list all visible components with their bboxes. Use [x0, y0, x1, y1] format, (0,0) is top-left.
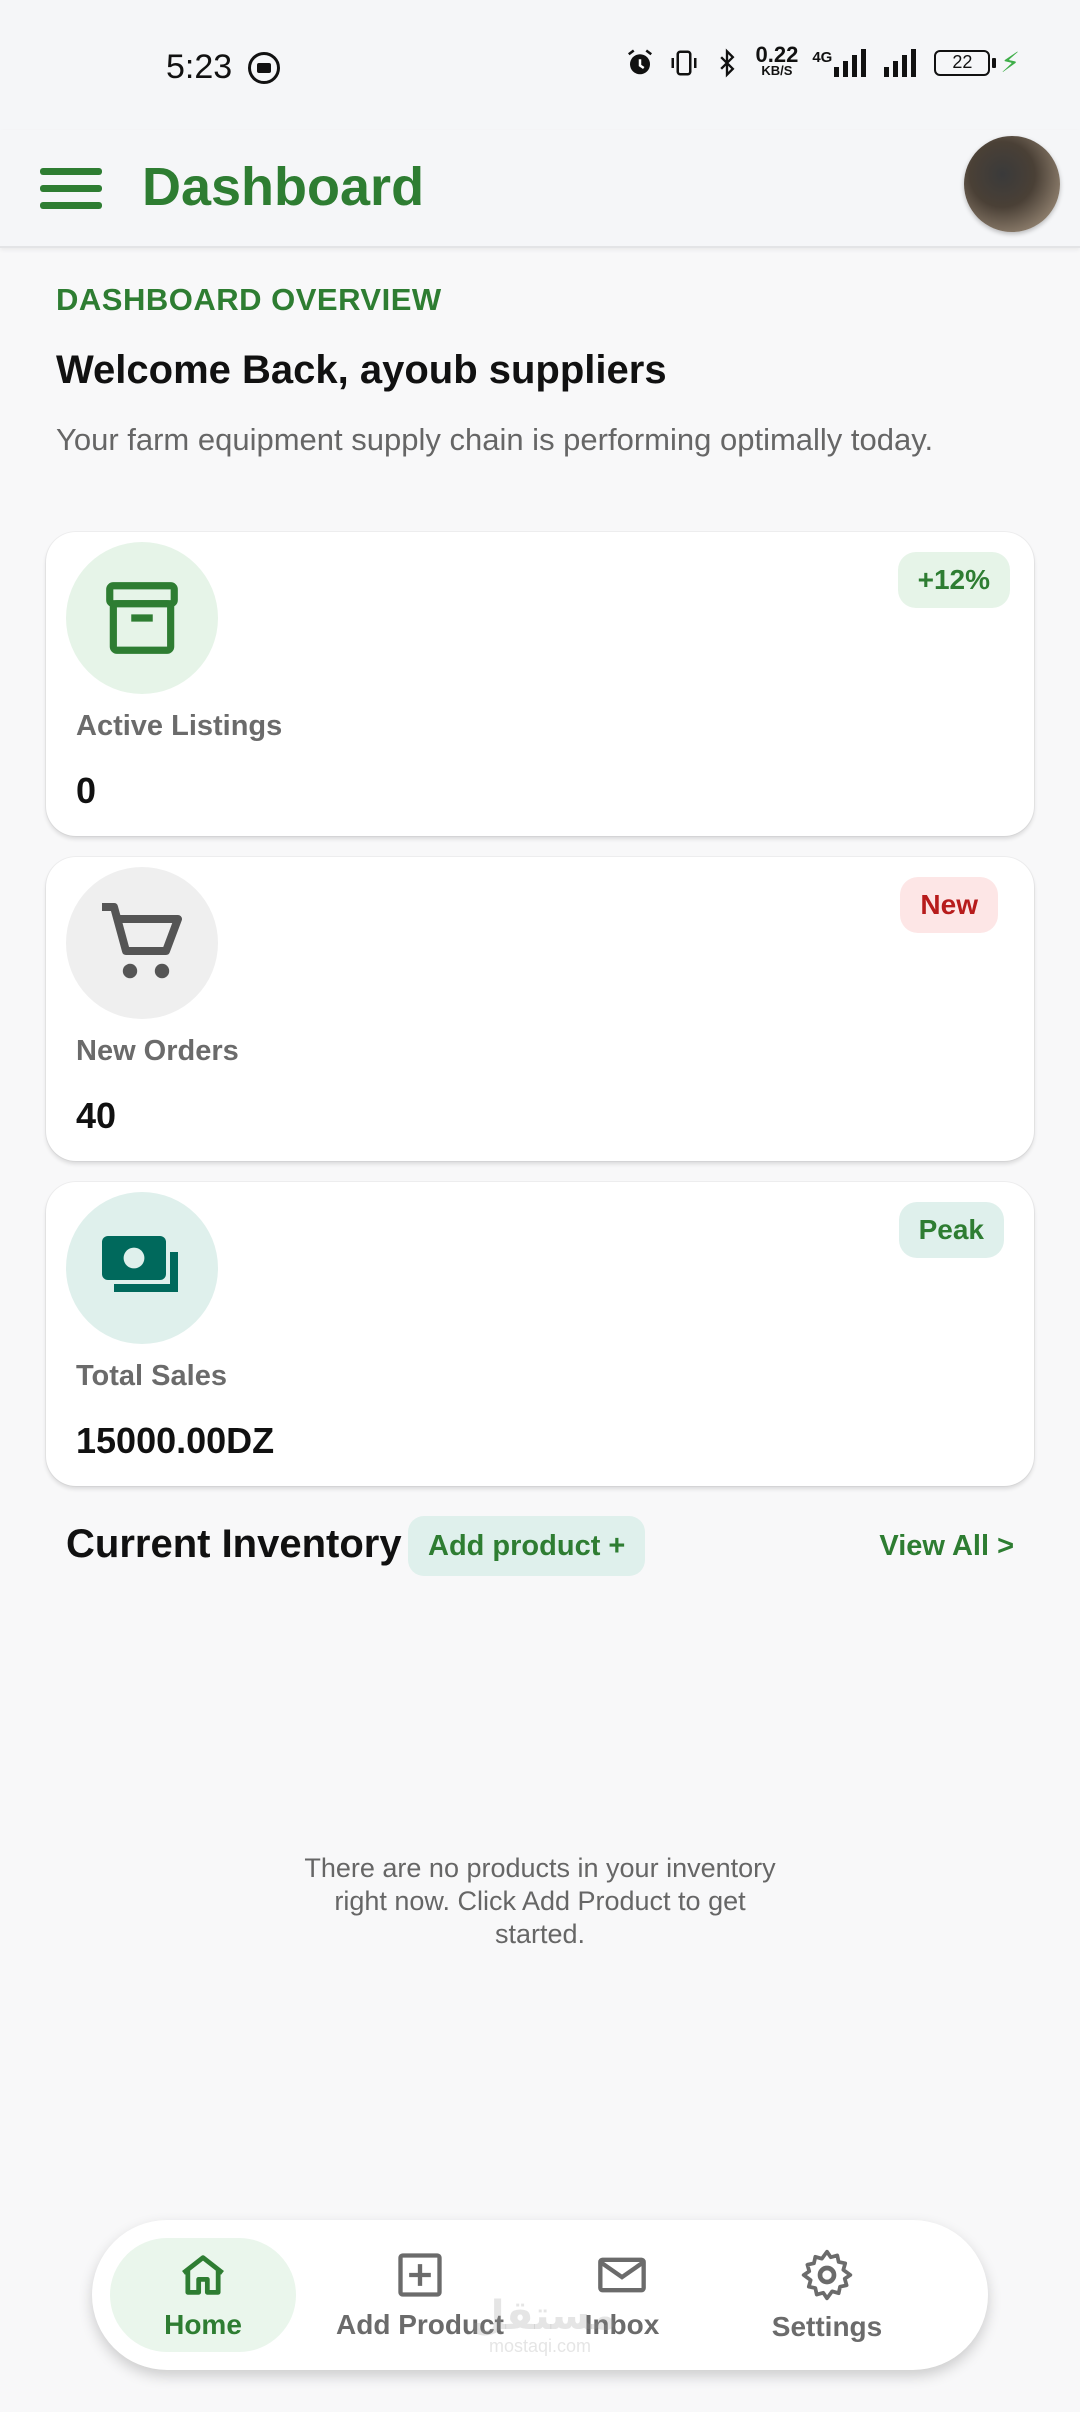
nav-label: Home [164, 2309, 242, 2340]
home-icon [182, 2255, 224, 2295]
page-title: Dashboard [142, 157, 425, 217]
status-icons: 0.22 KB/S 4G 22 ⚡ [625, 41, 1020, 79]
signal-icon [834, 48, 867, 77]
money-icon [102, 1236, 178, 1292]
archive-icon [106, 582, 178, 654]
gear-icon [801, 2249, 853, 2301]
network-type: 4G [812, 48, 868, 77]
nav-label: Settings [771, 2311, 883, 2342]
alarm-icon [628, 49, 653, 74]
inventory-title: Current Inventory [66, 1522, 402, 1566]
welcome-subtitle: Your farm equipment supply chain is perf… [56, 422, 934, 457]
signal-icon-2 [884, 48, 917, 77]
stat-card-new-orders[interactable]: New New Orders 40 [46, 857, 1034, 1161]
notification-icon [248, 52, 280, 84]
card-value: 0 [76, 770, 97, 811]
card-icon-wrap [66, 1192, 218, 1344]
status-bar: 5:23 0.22 KB/S 4G 22 ⚡ [0, 0, 1080, 130]
watermark-latin: mostaqi.com [488, 2336, 592, 2356]
network-speed-unit: KB/S [761, 62, 793, 78]
add-product-button[interactable]: Add product + [408, 1516, 646, 1576]
card-label: New Orders [76, 1035, 239, 1067]
network-speed-value: 0.22 [755, 41, 799, 67]
charging-icon: ⚡ [1000, 47, 1020, 78]
status-time: 5:23 [166, 48, 233, 86]
app-bar: Dashboard [0, 130, 1080, 248]
battery-icon: 22 ⚡ [934, 46, 1020, 79]
card-icon-wrap [66, 542, 218, 694]
watermark: مستقل mostaqi.com [470, 2294, 617, 2357]
card-value: 40 [76, 1095, 117, 1136]
card-icon-wrap [66, 867, 218, 1019]
status-badge: Peak [898, 1202, 1004, 1258]
network-type-label: 4G [812, 48, 833, 66]
card-value: 15000.00DZ [76, 1420, 275, 1461]
stat-card-active-listings[interactable]: +12% Active Listings 0 [46, 532, 1034, 836]
menu-icon[interactable] [40, 164, 102, 214]
cart-icon [102, 903, 182, 979]
network-speed: 0.22 KB/S [755, 41, 799, 79]
battery-level: 22 [934, 49, 991, 76]
vibrate-icon [671, 50, 697, 75]
nav-item-settings[interactable]: Settings [752, 2220, 902, 2370]
status-badge: +12% [897, 552, 1010, 608]
nav-item-home[interactable]: Home [110, 2238, 296, 2352]
stat-card-total-sales[interactable]: Peak Total Sales 15000.00DZ [46, 1182, 1034, 1486]
add-box-icon [398, 2253, 442, 2297]
welcome-heading: Welcome Back, ayoub suppliers [56, 348, 667, 392]
empty-inventory-message: There are no products in your inventory … [304, 1853, 776, 1949]
card-label: Active Listings [76, 710, 283, 742]
watermark-arabic: مستقل [470, 2294, 617, 2338]
view-all-link[interactable]: View All > [879, 1530, 1014, 1563]
card-label: Total Sales [76, 1360, 227, 1392]
avatar[interactable] [964, 136, 1060, 232]
status-badge: New [900, 877, 998, 933]
bluetooth-icon [720, 48, 735, 77]
overview-label: DASHBOARD OVERVIEW [56, 282, 442, 317]
